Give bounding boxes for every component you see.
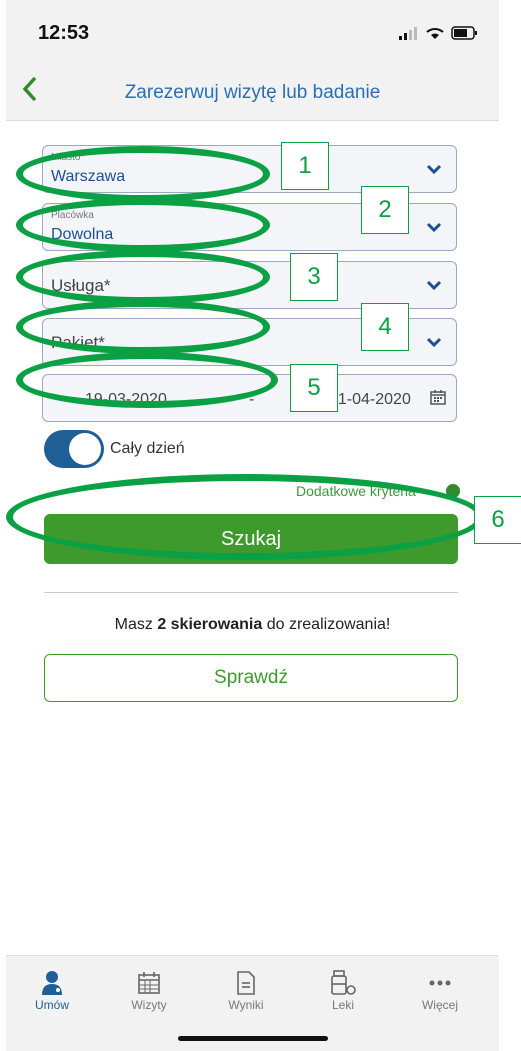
home-indicator [178,1036,328,1041]
tab-label: Umów [34,998,69,1012]
annotation-ellipse [16,300,270,354]
all-day-label: Cały dzień [110,440,185,457]
tab-wyniki[interactable]: Wyniki [206,968,286,1012]
date-to[interactable]: 31-04-2020 [329,391,411,409]
annotation-ellipse [16,146,270,202]
annotation-number: 5 [290,364,338,412]
chevron-down-icon [426,337,442,348]
tab-label: Wyniki [228,998,264,1012]
annotation-number: 6 [474,496,521,544]
tab-wiecej[interactable]: Więcej [400,968,480,1012]
calendar-icon [430,390,446,405]
annotation-ellipse [16,250,270,304]
tab-label: Leki [331,998,354,1012]
doctor-icon [42,971,62,995]
tab-wizyty[interactable]: Wizyty [109,968,189,1012]
annotation-ellipse [16,198,270,252]
annotation-number: 2 [361,186,409,234]
chevron-down-icon [426,280,442,291]
referrals-info: Masz 2 skierowania do zrealizowania! [6,616,499,634]
annotation-number: 3 [290,253,338,301]
tab-label: Więcej [421,998,458,1012]
page-title: Zarezerwuj wizytę lub badanie [124,82,381,103]
annotation-ellipse [16,352,278,408]
tab-umow[interactable]: Umów [12,968,92,1012]
calendar-icon [138,972,160,994]
status-time: 12:53 [38,22,90,44]
more-icon [429,980,451,986]
chevron-down-icon [426,164,442,175]
status-bar: 12:53 [6,0,499,70]
tab-label: Wizyty [131,998,167,1012]
toggle-knob [69,433,101,465]
divider [44,592,458,593]
status-icons [399,26,479,40]
chevron-down-icon [426,222,442,233]
annotation-ellipse [6,474,484,560]
annotation-number: 4 [361,303,409,351]
referrals-prefix: Masz [114,616,158,633]
document-icon [237,971,255,995]
annotation-number: 1 [281,142,329,190]
navigation-bar: Zarezerwuj wizytę lub badanie [6,70,499,121]
check-referrals-button[interactable]: Sprawdź [44,654,458,702]
wifi-icon [426,28,444,39]
battery-icon [451,26,477,40]
pills-icon [331,970,356,995]
referrals-count: 2 skierowania [157,616,263,633]
all-day-toggle[interactable] [44,430,104,468]
signal-icon [399,27,417,40]
tab-leki[interactable]: Leki [303,968,383,1012]
referrals-suffix: do zrealizowania! [262,616,391,633]
